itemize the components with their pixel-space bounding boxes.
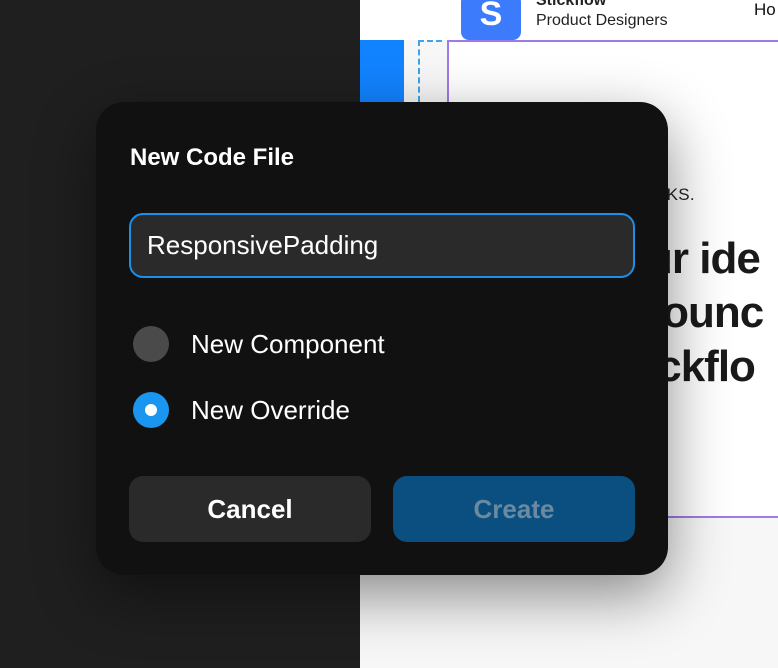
radio-unselected-icon[interactable] bbox=[133, 326, 169, 362]
option-new-override[interactable]: New Override bbox=[133, 390, 350, 430]
create-button[interactable]: Create bbox=[393, 476, 635, 542]
option-label: New Override bbox=[191, 394, 350, 425]
dashed-guide-horizontal bbox=[418, 40, 442, 42]
brand-name: Stickflow bbox=[536, 0, 607, 9]
brand-logo: S bbox=[461, 0, 521, 40]
brand-subtitle: Product Designers bbox=[536, 12, 668, 29]
app-stage: S Stickflow Product Designers Ho EKS. ur… bbox=[0, 0, 778, 668]
dashed-guide-vertical bbox=[418, 40, 420, 102]
option-new-component[interactable]: New Component bbox=[133, 324, 385, 364]
dialog-title: New Code File bbox=[130, 144, 295, 171]
nav-home-link[interactable]: Ho bbox=[754, 0, 776, 20]
new-code-file-dialog: New Code File New Component New Override… bbox=[96, 102, 668, 575]
cancel-button[interactable]: Cancel bbox=[129, 476, 371, 542]
radio-selected-icon[interactable] bbox=[133, 392, 169, 428]
blue-block bbox=[360, 40, 404, 102]
option-label: New Component bbox=[191, 328, 385, 359]
file-name-input[interactable] bbox=[129, 213, 635, 278]
